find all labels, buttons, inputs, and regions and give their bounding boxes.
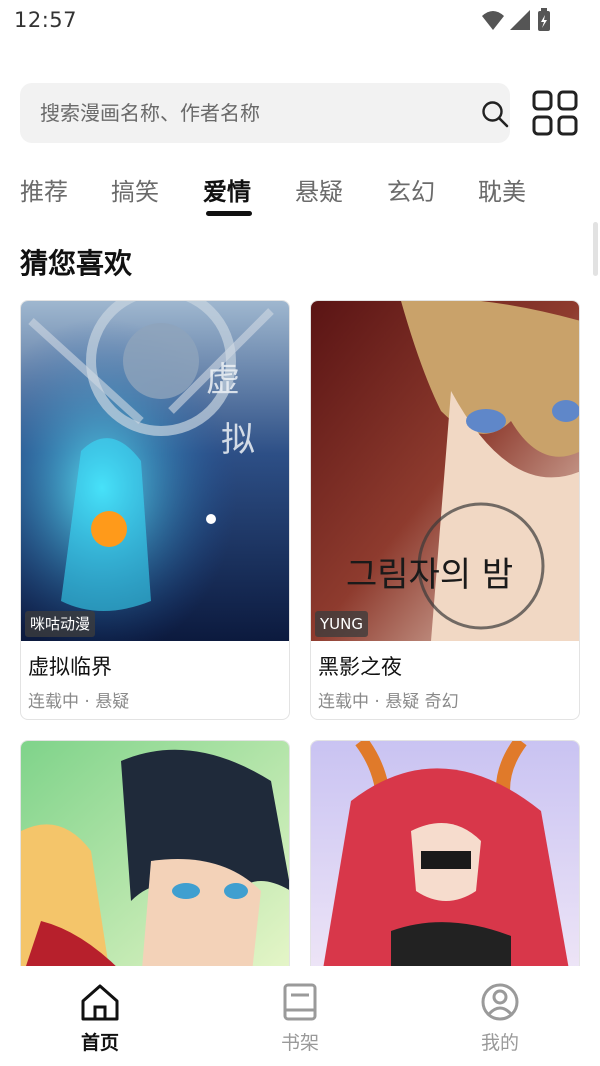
comic-title: 虚拟临界 — [28, 655, 112, 679]
comic-title: 黑影之夜 — [318, 655, 402, 679]
comic-card[interactable]: 虚 拟 咪咕动漫 虚拟临界 连载中 · 悬疑 — [20, 300, 290, 720]
bottom-navigation: 首页 书架 我的 — [0, 966, 600, 1066]
comic-card[interactable]: 그림자의 밤 YUNG 黑影之夜 连载中 · 悬疑 奇幻 — [310, 300, 580, 720]
nav-bookshelf[interactable]: 书架 — [240, 982, 360, 1062]
nav-label: 首页 — [80, 1032, 119, 1054]
comic-card[interactable] — [20, 740, 290, 980]
source-badge: YUNG — [315, 611, 368, 637]
wifi-icon — [482, 11, 504, 30]
bookshelf-icon — [283, 983, 317, 1021]
tab-mystery[interactable]: 悬疑 — [295, 172, 343, 207]
tab-romance[interactable]: 爱情 — [203, 172, 251, 207]
search-input[interactable] — [40, 83, 450, 143]
comic-meta: 连载中 · 悬疑 — [28, 692, 130, 712]
nav-label: 我的 — [480, 1032, 519, 1054]
battery-icon — [538, 8, 550, 31]
status-time: 12:57 — [14, 8, 78, 32]
tab-recommend[interactable]: 推荐 — [20, 172, 68, 207]
search-icon[interactable] — [480, 99, 510, 129]
profile-icon — [481, 983, 519, 1021]
svg-text:그림자의 밤: 그림자의 밤 — [346, 555, 513, 595]
svg-text:拟: 拟 — [221, 420, 255, 460]
source-badge: 咪咕动漫 — [25, 611, 96, 637]
home-icon — [81, 984, 119, 1021]
nav-profile[interactable]: 我的 — [440, 982, 560, 1062]
tab-comedy[interactable]: 搞笑 — [111, 172, 159, 207]
comic-cover-image — [21, 741, 289, 979]
category-grid-icon[interactable] — [531, 89, 579, 137]
comic-cover-image: 虚 拟 — [21, 301, 289, 641]
nav-home[interactable]: 首页 — [40, 982, 160, 1062]
tab-bl[interactable]: 耽美 — [478, 172, 526, 207]
status-icons — [482, 8, 550, 31]
nav-label: 书架 — [280, 1032, 319, 1054]
category-tabs: 推荐 搞笑 爱情 悬疑 玄幻 耽美 — [0, 160, 600, 220]
comic-card[interactable] — [310, 740, 580, 980]
comic-cover-image — [311, 741, 579, 979]
tab-fantasy[interactable]: 玄幻 — [387, 172, 435, 207]
scrollbar[interactable] — [593, 222, 598, 276]
active-tab-indicator — [206, 211, 252, 216]
svg-text:虚: 虚 — [206, 360, 240, 400]
comic-meta: 连载中 · 悬疑 奇幻 — [318, 692, 459, 712]
comic-cover-image: 그림자의 밤 — [311, 301, 579, 641]
cellular-signal-icon — [510, 10, 530, 30]
section-title: 猜您喜欢 — [20, 247, 133, 280]
search-bar[interactable] — [20, 83, 510, 143]
status-bar: 12:57 — [0, 0, 600, 44]
